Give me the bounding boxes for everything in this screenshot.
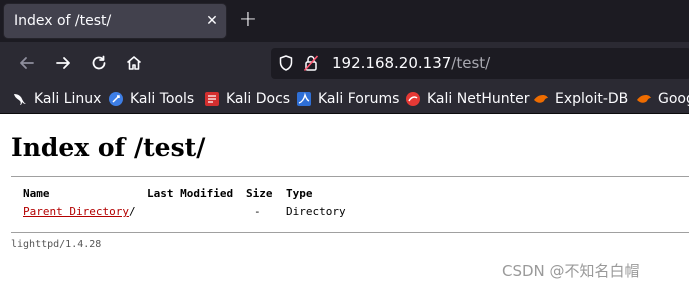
arrow-right-icon (56, 57, 70, 69)
bookmark-label: Kali Forums (318, 91, 400, 107)
bookmark-label: Kali Linux (34, 91, 102, 107)
ghdb-icon (637, 95, 651, 103)
parent-directory-link[interactable]: Parent Directory (23, 205, 129, 218)
row-size: - (254, 205, 261, 218)
bookmark-label: Kali Tools (130, 91, 195, 107)
bookmark-label: Goog (658, 91, 689, 107)
divider-top (11, 176, 689, 177)
url-text[interactable]: 192.168.20.137/test/ (332, 54, 490, 72)
reload-icon (92, 55, 106, 70)
active-tab[interactable]: Index of /test/ ✕ (4, 4, 226, 38)
home-icon (126, 56, 142, 70)
arrow-left-icon (20, 57, 34, 69)
column-header-name[interactable]: Name (23, 187, 50, 201)
directory-suffix: / (128, 205, 136, 218)
server-signature: lighttpd/1.4.28 (11, 239, 102, 250)
tab-strip: Index of /test/ ✕ + (0, 0, 689, 42)
bookmark-label: Exploit-DB (555, 91, 629, 107)
column-header-size[interactable]: Size (246, 187, 273, 201)
bookmarks-toolbar: Kali Linux Kali Tools Kali Docs Kali For… (0, 84, 689, 114)
page-content: Index of /test/ Name Last Modified Size … (0, 115, 689, 293)
kali-tools-icon (109, 92, 123, 106)
insecure-lock-icon[interactable] (303, 54, 319, 72)
url-host: 192.168.20.137 (332, 54, 452, 72)
tracking-shield-icon[interactable] (278, 54, 294, 72)
bookmark-label: Kali NetHunter (427, 91, 530, 107)
bookmark-kali-linux[interactable]: Kali Linux (12, 90, 101, 108)
new-tab-button[interactable]: + (237, 9, 259, 31)
kali-docs-icon (205, 92, 219, 106)
bookmark-kali-forums[interactable]: Kali Forums (296, 90, 399, 108)
watermark: CSDN @不知名白帽 (502, 262, 640, 280)
bookmark-kali-docs[interactable]: Kali Docs (204, 90, 290, 108)
exploit-db-icon (534, 95, 548, 103)
forward-button[interactable] (52, 52, 74, 74)
home-button[interactable] (123, 52, 145, 74)
close-tab-icon[interactable]: ✕ (204, 13, 220, 29)
parent-directory-entry: Parent Directory/ (23, 205, 136, 219)
row-type: Directory (286, 205, 346, 218)
tab-title: Index of /test/ (14, 13, 112, 29)
column-header-last-modified[interactable]: Last Modified (147, 187, 233, 201)
page-title: Index of /test/ (11, 133, 206, 162)
divider-bottom (11, 232, 689, 233)
bookmark-kali-tools[interactable]: Kali Tools (108, 90, 194, 108)
kali-dragon-icon (14, 94, 26, 105)
kali-forums-icon (297, 92, 311, 106)
bookmark-google-hacking-db[interactable]: Goog (636, 90, 689, 108)
column-header-type[interactable]: Type (286, 187, 313, 201)
bookmark-exploit-db[interactable]: Exploit-DB (533, 90, 628, 108)
bookmark-label: Kali Docs (226, 91, 291, 107)
bookmark-kali-nethunter[interactable]: Kali NetHunter (405, 90, 529, 108)
url-path: /test/ (451, 54, 491, 72)
reload-button[interactable] (88, 52, 110, 74)
nethunter-icon (406, 92, 420, 106)
back-button[interactable] (16, 52, 38, 74)
